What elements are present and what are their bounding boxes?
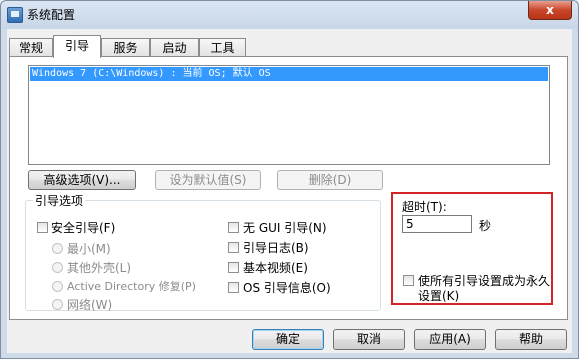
safe-boot-checkbox[interactable] <box>37 222 48 233</box>
os-boot-info-label: OS 引导信息(O) <box>243 281 331 295</box>
ad-repair-label: Active Directory 修复(P) <box>67 280 196 293</box>
ok-button[interactable]: 确定 <box>252 329 324 350</box>
tab-startup[interactable]: 启动 <box>150 38 199 56</box>
boot-log-checkbox[interactable] <box>228 242 239 253</box>
no-gui-boot-label: 无 GUI 引导(N) <box>243 221 327 235</box>
help-button[interactable]: 帮助 <box>495 329 567 350</box>
boot-options-label: 引导选项 <box>33 192 86 209</box>
boot-log-label: 引导日志(B) <box>243 241 309 255</box>
advanced-options-button[interactable]: 高级选项(V)... <box>28 170 136 190</box>
os-list-item[interactable]: Windows 7 (C:\Windows) : 当前 OS; 默认 OS <box>30 67 548 81</box>
tab-services[interactable]: 服务 <box>101 38 150 56</box>
base-video-label: 基本视频(E) <box>243 261 308 275</box>
safe-boot-label: 安全引导(F) <box>51 221 116 235</box>
network-radio[interactable] <box>52 299 63 310</box>
window-title: 系统配置 <box>27 8 76 22</box>
delete-button[interactable]: 删除(D) <box>277 170 383 190</box>
os-list[interactable]: Windows 7 (C:\Windows) : 当前 OS; 默认 OS <box>28 65 550 165</box>
apply-button[interactable]: 应用(A) <box>414 329 486 350</box>
ad-repair-radio[interactable] <box>52 281 63 292</box>
network-label: 网络(W) <box>67 298 113 312</box>
minimal-radio[interactable] <box>52 243 63 254</box>
tab-boot[interactable]: 引导 <box>53 35 101 58</box>
cancel-button[interactable]: 取消 <box>333 329 405 350</box>
highlight-box <box>391 192 553 305</box>
set-default-button[interactable]: 设为默认值(S) <box>155 170 261 190</box>
base-video-checkbox[interactable] <box>228 262 239 273</box>
tab-general[interactable]: 常规 <box>9 38 53 56</box>
tab-tools[interactable]: 工具 <box>199 38 246 56</box>
alternate-shell-label: 其他外壳(L) <box>67 261 132 275</box>
no-gui-boot-checkbox[interactable] <box>228 222 239 233</box>
system-configuration-window: 系统配置 x 常规 引导 服务 启动 工具 Windows 7 (C:\Wind… <box>0 0 579 359</box>
dialog-button-bar: 确定 取消 应用(A) 帮助 <box>7 321 572 353</box>
alternate-shell-radio[interactable] <box>52 262 63 273</box>
minimal-label: 最小(M) <box>67 242 111 256</box>
title-bar[interactable]: 系统配置 <box>1 1 578 29</box>
msconfig-icon <box>7 7 23 23</box>
os-boot-info-checkbox[interactable] <box>228 282 239 293</box>
close-button[interactable]: x <box>528 1 572 20</box>
